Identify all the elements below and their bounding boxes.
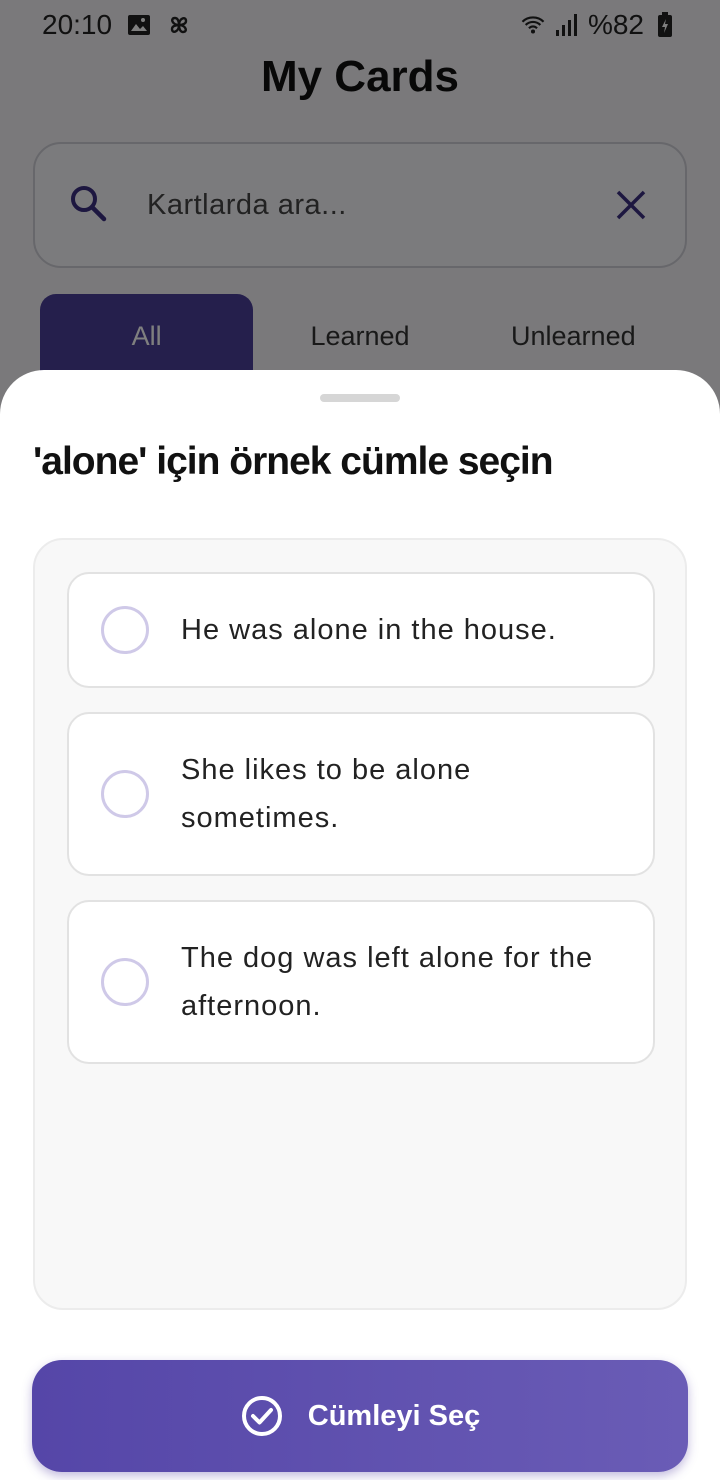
select-sentence-button[interactable]: Cümleyi Seç: [32, 1360, 688, 1472]
sheet-drag-handle[interactable]: [320, 394, 400, 402]
sentence-option[interactable]: She likes to be alone sometimes.: [67, 712, 655, 876]
sentence-option-text: He was alone in the house.: [181, 614, 557, 646]
sentence-options-list: He was alone in the house. She likes to …: [33, 538, 687, 1310]
check-circle-icon: [240, 1394, 284, 1438]
sentence-option-text: She likes to be alone sometimes.: [181, 754, 472, 834]
sentence-option[interactable]: He was alone in the house.: [67, 572, 655, 688]
sentence-option[interactable]: The dog was left alone for the afternoon…: [67, 900, 655, 1064]
radio-button[interactable]: [101, 606, 149, 654]
bottom-sheet: 'alone' için örnek cümle seçin He was al…: [0, 370, 720, 1480]
sheet-title: 'alone' için örnek cümle seçin: [33, 440, 554, 483]
radio-button[interactable]: [101, 770, 149, 818]
radio-button[interactable]: [101, 958, 149, 1006]
select-sentence-label: Cümleyi Seç: [307, 1399, 481, 1432]
sentence-option-text: The dog was left alone for the afternoon…: [181, 942, 594, 1022]
